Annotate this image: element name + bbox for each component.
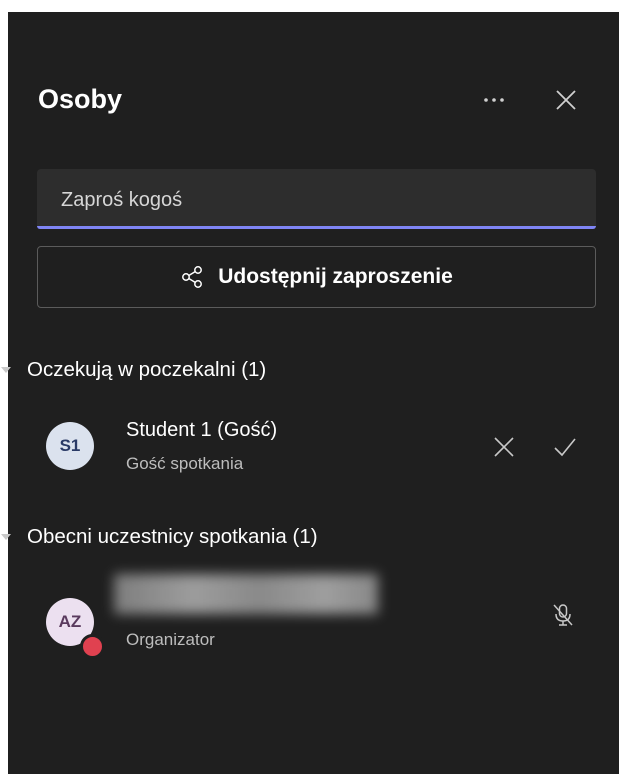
share-icon — [182, 266, 203, 288]
more-options-button[interactable] — [476, 82, 512, 118]
participants-section-toggle[interactable]: Obecni uczestnicy spotkania (1) — [0, 520, 318, 554]
panel-title: Osoby — [38, 84, 123, 114]
participant-mic-status[interactable] — [546, 598, 580, 632]
avatar: S1 — [46, 422, 94, 470]
participant-role: Organizator — [126, 630, 215, 649]
mic-off-icon — [553, 604, 573, 626]
chevron-down-icon — [1, 367, 11, 373]
share-invitation-label: Udostępnij zaproszenie — [218, 265, 453, 288]
share-invitation-button[interactable]: Udostępnij zaproszenie — [37, 246, 596, 308]
lobby-person-role: Gość spotkania — [126, 454, 244, 473]
lobby-section-toggle[interactable]: Oczekują w poczekalni (1) — [0, 353, 266, 387]
participant-name-redacted — [114, 574, 378, 614]
invite-search-input[interactable] — [59, 183, 583, 217]
close-icon — [556, 90, 576, 110]
lobby-person-name: Student 1 (Gość) — [126, 419, 278, 441]
close-panel-button[interactable] — [548, 82, 584, 118]
search-focus-underline — [37, 226, 596, 229]
reject-button[interactable] — [487, 430, 521, 464]
more-horizontal-icon — [484, 98, 504, 102]
lobby-section-label: Oczekują w poczekalni (1) — [27, 358, 267, 381]
people-panel — [8, 12, 619, 774]
chevron-down-icon — [1, 534, 11, 540]
participants-section-label: Obecni uczestnicy spotkania (1) — [27, 525, 318, 548]
reject-icon — [494, 437, 514, 457]
admit-button[interactable] — [548, 430, 582, 464]
status-busy-badge — [80, 634, 105, 659]
invite-search-box — [37, 169, 596, 229]
admit-icon — [554, 438, 576, 457]
